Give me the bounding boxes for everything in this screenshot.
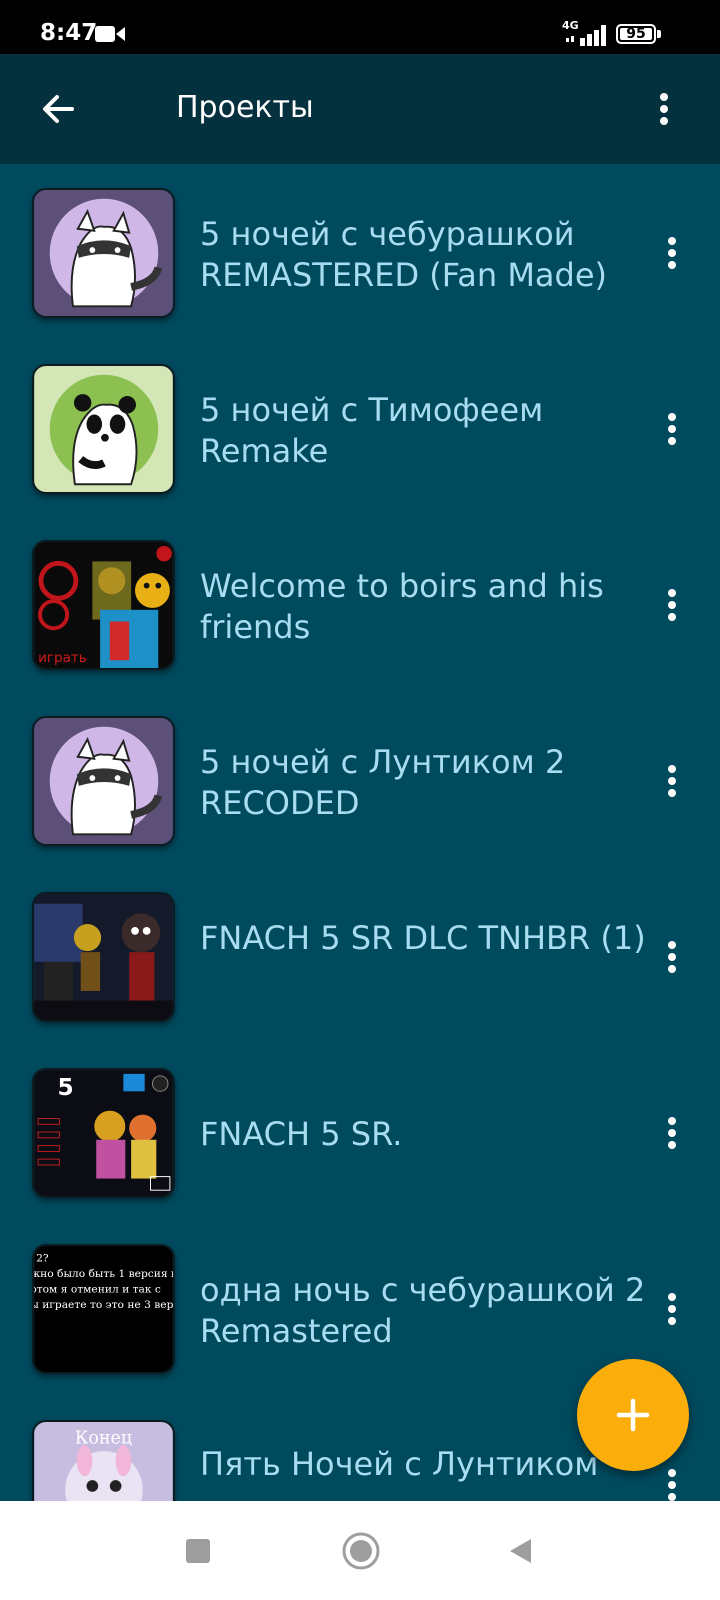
thumb-text-line: 2? — [36, 1252, 49, 1265]
add-project-button[interactable] — [577, 1359, 689, 1471]
recents-button[interactable] — [170, 1523, 226, 1579]
more-vert-icon — [668, 765, 676, 797]
back-button[interactable] — [30, 81, 86, 137]
game-screenshot-image — [34, 894, 173, 1020]
thumb-text-line: отом я отменил и так с — [34, 1283, 161, 1296]
game-screenshot-image: 5 — [34, 1070, 173, 1196]
project-title: 5 ночей с Лунтиком 2 RECODED — [200, 743, 566, 822]
thumb-digit: 5 — [57, 1074, 73, 1101]
end-label: Конец — [75, 1428, 132, 1448]
more-vert-icon — [668, 237, 676, 269]
status-bar: 8:47 4G 95 — [0, 0, 720, 54]
project-title: Пять Ночей с Лунтиком — [200, 1445, 599, 1483]
more-vert-icon — [668, 1469, 676, 1501]
project-title: FNACH 5 SR DLC TNHBR (1) — [200, 919, 646, 957]
more-vert-icon — [668, 589, 676, 621]
panda-avatar-image — [34, 366, 173, 492]
more-vert-icon — [668, 1117, 676, 1149]
recents-square-icon — [186, 1539, 210, 1563]
project-item[interactable]: 5 ночей с Лунтиком 2 RECODED — [0, 692, 720, 872]
thumb-text-line: ы играете то это не 3 вер — [34, 1298, 173, 1311]
overflow-menu-button[interactable] — [644, 81, 684, 137]
project-item[interactable]: играть Welcome to boirs and his friends — [0, 516, 720, 696]
signal-icon — [566, 25, 606, 46]
project-item[interactable]: 5 FNACH 5 SR. — [0, 1044, 720, 1224]
home-circle-icon — [342, 1532, 380, 1570]
project-menu-button[interactable] — [652, 225, 692, 281]
raccoon-avatar-image — [34, 190, 173, 316]
text-screenshot-image: 2? жно было быть 1 версия п отом я отмен… — [34, 1246, 173, 1372]
more-vert-icon — [660, 93, 668, 125]
add-icon — [616, 1398, 650, 1432]
game-screenshot-image: Конец — [34, 1422, 173, 1501]
project-thumbnail — [32, 892, 175, 1022]
project-thumbnail: 2? жно было быть 1 версия п отом я отмен… — [32, 1244, 175, 1374]
more-vert-icon — [668, 941, 676, 973]
app-bar: Проекты — [0, 54, 720, 164]
battery-icon: 95 — [616, 24, 662, 44]
project-thumbnail: 5 — [32, 1068, 175, 1198]
play-label: играть — [38, 650, 87, 666]
page-title: Проекты — [176, 90, 314, 125]
project-menu-button[interactable] — [652, 1105, 692, 1161]
project-menu-button[interactable] — [652, 929, 692, 985]
video-camera-icon — [95, 26, 125, 42]
status-time: 8:47 — [40, 20, 98, 46]
back-arrow-icon — [43, 95, 74, 123]
project-item[interactable]: 5 ночей с Тимофеем Remake — [0, 340, 720, 520]
project-item[interactable]: FNACH 5 SR DLC TNHBR (1) — [0, 868, 720, 1048]
project-title: 5 ночей с чебурашкой REMASTERED (Fan Mad… — [200, 215, 608, 294]
project-title: одна ночь с чебурашкой 2 Remastered — [200, 1271, 646, 1350]
project-menu-button[interactable] — [652, 401, 692, 457]
project-menu-button[interactable] — [652, 753, 692, 809]
project-item[interactable]: 5 ночей с чебурашкой REMASTERED (Fan Mad… — [0, 164, 720, 344]
project-menu-button[interactable] — [652, 1281, 692, 1337]
project-thumbnail: играть — [32, 540, 175, 670]
thumb-text-line: жно было быть 1 версия п — [34, 1267, 173, 1280]
system-back-button[interactable] — [492, 1523, 548, 1579]
home-button[interactable] — [333, 1523, 389, 1579]
project-thumbnail — [32, 188, 175, 318]
project-thumbnail — [32, 364, 175, 494]
project-title: Welcome to boirs and his friends — [200, 567, 604, 646]
project-thumbnail — [32, 716, 175, 846]
more-vert-icon — [668, 413, 676, 445]
raccoon-avatar-image — [34, 718, 173, 844]
project-list[interactable]: 5 ночей с чебурашкой REMASTERED (Fan Mad… — [0, 164, 720, 1501]
project-title: 5 ночей с Тимофеем Remake — [200, 391, 544, 470]
game-screenshot-image: играть — [34, 542, 173, 668]
project-thumbnail: Конец — [32, 1420, 175, 1501]
project-title: FNACH 5 SR. — [200, 1115, 403, 1153]
more-vert-icon — [668, 1293, 676, 1325]
battery-level: 95 — [626, 26, 646, 42]
project-menu-button[interactable] — [652, 577, 692, 633]
system-nav-bar — [0, 1501, 720, 1600]
back-triangle-icon — [510, 1539, 531, 1563]
